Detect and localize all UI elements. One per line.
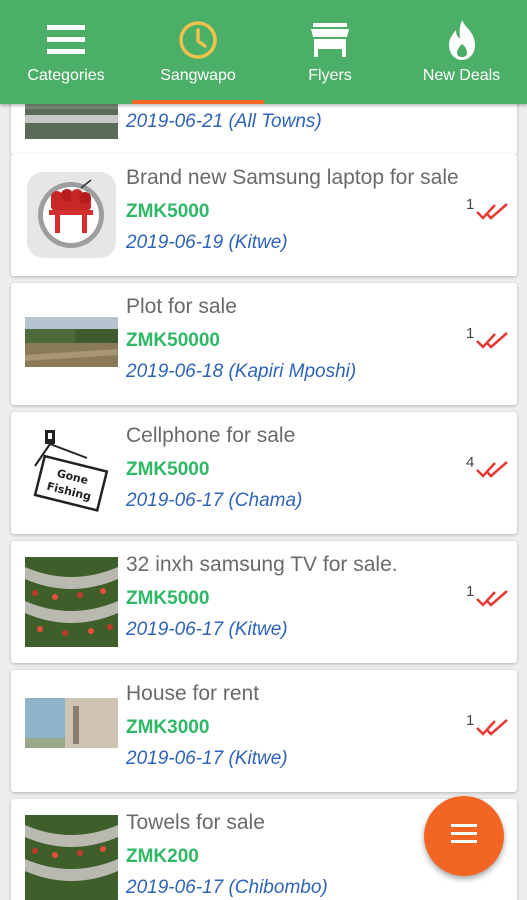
listing-title: 32 inxh samsung TV for sale. xyxy=(126,553,398,576)
listing-title: Towels for sale xyxy=(126,811,265,834)
listing-card[interactable]: Plot for sale ZMK50000 2019-06-18 (Kapir… xyxy=(11,283,517,405)
listing-date-location: 2019-06-17 (Chibombo) xyxy=(126,877,328,898)
double-check-icon xyxy=(475,331,511,356)
listing-title: Plot for sale xyxy=(126,295,237,318)
double-check-icon xyxy=(475,460,511,485)
listing-date-location: 2019-06-21 (All Towns) xyxy=(126,111,322,132)
listing-title: Cellphone for sale xyxy=(126,424,296,447)
listing-title: House for rent xyxy=(126,682,260,705)
double-check-icon xyxy=(475,718,511,743)
listing-thumbnail xyxy=(25,170,118,260)
listing-feed[interactable]: 2019-06-21 (All Towns) Brand new Samsung… xyxy=(0,104,527,900)
tab-label: Sangwapo xyxy=(160,67,236,84)
listing-thumbnail xyxy=(25,815,118,900)
listing-thumbnail xyxy=(25,557,118,647)
listing-price: ZMK50000 xyxy=(126,330,220,351)
view-count: 1 xyxy=(466,196,475,213)
view-count: 4 xyxy=(466,454,475,471)
tab-categories[interactable]: Categories xyxy=(0,0,132,104)
top-tab-bar: Categories Sangwapo Flyers New Deals xyxy=(0,0,527,104)
tab-flyers[interactable]: Flyers xyxy=(264,0,396,104)
listing-date-location: 2019-06-18 (Kapiri Mposhi) xyxy=(126,361,357,382)
list-menu-icon xyxy=(451,823,477,850)
view-count: 1 xyxy=(466,583,475,600)
listing-thumbnail xyxy=(25,686,118,776)
listing-price: ZMK3000 xyxy=(126,717,210,738)
tab-label: New Deals xyxy=(422,67,501,84)
menu-fab-button[interactable] xyxy=(424,796,504,876)
listing-card[interactable]: Gone Fishing Cellphone for sale ZMK5000 … xyxy=(11,412,517,534)
listing-card[interactable]: 2019-06-21 (All Towns) xyxy=(11,104,517,155)
clock-icon xyxy=(178,20,218,60)
view-count: 1 xyxy=(466,712,475,729)
view-count: 1 xyxy=(466,325,475,342)
flame-icon xyxy=(445,20,479,60)
listing-title: Brand new Samsung laptop for sale xyxy=(126,166,459,189)
listing-card[interactable]: 32 inxh samsung TV for sale. ZMK5000 201… xyxy=(11,541,517,663)
listing-thumbnail xyxy=(25,104,118,139)
store-icon xyxy=(311,20,349,60)
listing-date-location: 2019-06-17 (Kitwe) xyxy=(126,619,288,640)
listing-thumbnail xyxy=(25,299,118,389)
double-check-icon xyxy=(475,202,511,227)
menu-icon xyxy=(47,20,85,60)
listing-date-location: 2019-06-19 (Kitwe) xyxy=(126,232,288,253)
listing-price: ZMK5000 xyxy=(126,201,210,222)
tab-label: Flyers xyxy=(308,67,352,84)
listing-date-location: 2019-06-17 (Chama) xyxy=(126,490,303,511)
tab-new-deals[interactable]: New Deals xyxy=(396,0,527,104)
listing-price: ZMK5000 xyxy=(126,588,210,609)
double-check-icon xyxy=(475,589,511,614)
listing-card[interactable]: Brand new Samsung laptop for sale ZMK500… xyxy=(11,154,517,276)
listing-price: ZMK5000 xyxy=(126,459,210,480)
tab-label: Categories xyxy=(27,67,105,84)
active-tab-indicator xyxy=(132,100,264,104)
listing-price: ZMK200 xyxy=(126,846,199,867)
listing-card[interactable]: House for rent ZMK3000 2019-06-17 (Kitwe… xyxy=(11,670,517,792)
tab-sangwapo[interactable]: Sangwapo xyxy=(132,0,264,104)
listing-thumbnail: Gone Fishing xyxy=(25,428,118,518)
listing-date-location: 2019-06-17 (Kitwe) xyxy=(126,748,288,769)
